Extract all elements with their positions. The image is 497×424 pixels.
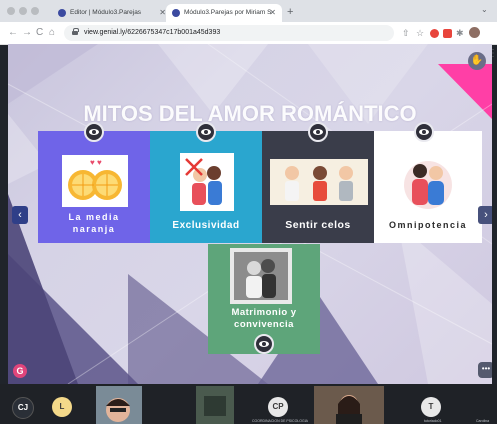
profile-avatar[interactable]: [469, 27, 480, 38]
tab-editor[interactable]: Editor | Módulo3.Parejas ✕: [52, 4, 172, 22]
couple-illustration: [180, 153, 234, 211]
participant-name: Carolina: [476, 419, 490, 423]
window-close-dot[interactable]: [7, 7, 15, 15]
participant-video-tile[interactable]: [96, 386, 142, 424]
tab-search-chevron-icon[interactable]: ⌄: [481, 5, 488, 14]
video-call-strip: CJ L CP COORDINACION DE PSICOLOGIA T tut…: [0, 384, 497, 424]
previous-card-arrow[interactable]: ‹: [12, 206, 28, 224]
card-sentir-celos[interactable]: Sentir celos: [262, 122, 374, 243]
participant-avatar[interactable]: T: [421, 397, 441, 417]
card-label: Exclusividad: [172, 220, 240, 231]
card-label: La media naranja: [68, 212, 120, 234]
browser-tab-strip: Editor | Módulo3.Parejas ✕ Módulo3.Parej…: [0, 0, 497, 22]
participant-video: [96, 386, 142, 424]
presentation-stage: ✋ MITOS DEL AMOR ROMÁNTICO ♥ ♥ La media n…: [8, 44, 492, 384]
participant-video-tile[interactable]: [196, 386, 234, 424]
window-minimize-dot[interactable]: [19, 7, 27, 15]
eye-icon[interactable]: [308, 122, 328, 142]
address-bar: ← → C ⌂ view.genial.ly/6226675347c17b001…: [0, 22, 497, 59]
participant-video: [196, 386, 234, 424]
card-la-media-naranja[interactable]: ♥ ♥ La media naranja: [38, 122, 150, 243]
next-card-arrow[interactable]: ›: [478, 206, 492, 224]
participant-video-tile[interactable]: [314, 386, 384, 424]
back-button[interactable]: ←: [8, 26, 18, 40]
card-label: Sentir celos: [285, 219, 351, 231]
card-label: Matrimonio y convivencia: [231, 307, 297, 330]
more-options-button[interactable]: •••: [478, 362, 492, 378]
close-tab-icon[interactable]: ✕: [159, 4, 166, 22]
extensions-puzzle-icon[interactable]: ✱: [456, 26, 464, 40]
orange-halves-illustration: ♥ ♥: [62, 155, 128, 207]
home-button[interactable]: ⌂: [49, 26, 55, 40]
genially-logo-button[interactable]: G: [13, 364, 27, 378]
genially-menu-button[interactable]: ✋: [468, 52, 486, 70]
lock-icon: [72, 28, 79, 35]
extension-icon[interactable]: [443, 29, 452, 38]
eye-icon[interactable]: [84, 122, 104, 142]
card-label: Omnipotencia: [388, 220, 467, 230]
participant-name: tutoriado01: [424, 419, 442, 423]
genially-favicon-icon: [172, 9, 180, 17]
participant-avatar[interactable]: L: [52, 397, 72, 417]
genially-favicon-icon: [58, 9, 66, 17]
tab-presentation[interactable]: Módulo3.Parejas por Miriam S ✕: [166, 4, 282, 22]
new-tab-button[interactable]: +: [287, 4, 293, 20]
forward-button[interactable]: →: [22, 26, 32, 40]
reload-button[interactable]: C: [36, 26, 43, 40]
participant-avatar[interactable]: CJ: [12, 397, 34, 419]
tab-title: Editor | Módulo3.Parejas: [70, 9, 142, 16]
wedding-photo-illustration: [230, 248, 292, 304]
url-text: view.genial.ly/6226675347c17b001a45d393: [84, 29, 221, 36]
url-field[interactable]: view.genial.ly/6226675347c17b001a45d393: [64, 25, 394, 41]
card-matrimonio-y-convivencia[interactable]: Matrimonio y convivencia: [208, 244, 320, 354]
bookmark-star-icon[interactable]: ☆: [416, 26, 424, 40]
card-omnipotencia[interactable]: Omnipotencia: [374, 122, 482, 243]
participant-video: [314, 386, 384, 424]
tab-title: Módulo3.Parejas por Miriam S: [184, 9, 272, 16]
jealousy-illustration: [270, 159, 368, 205]
eye-icon[interactable]: [254, 334, 274, 354]
card-exclusividad[interactable]: Exclusividad: [150, 122, 262, 243]
share-icon[interactable]: ⇧: [402, 26, 410, 40]
hugging-couple-illustration: [404, 161, 452, 209]
eye-icon[interactable]: [414, 122, 434, 142]
window-maximize-dot[interactable]: [31, 7, 39, 15]
participant-name: COORDINACION DE PSICOLOGIA: [252, 419, 309, 423]
participant-avatar[interactable]: CP: [268, 397, 288, 417]
extension-icon[interactable]: [430, 29, 439, 38]
close-tab-icon[interactable]: ✕: [269, 4, 276, 22]
eye-icon[interactable]: [196, 122, 216, 142]
svg-text:♥ ♥: ♥ ♥: [90, 158, 102, 167]
